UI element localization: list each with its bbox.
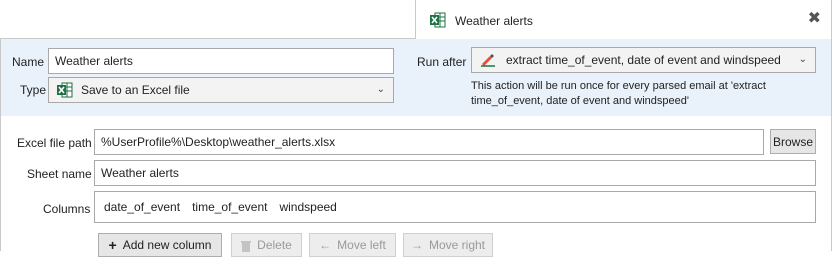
delete-label: Delete: [257, 238, 292, 252]
trash-icon: [241, 238, 252, 252]
extract-pen-icon: [480, 53, 496, 68]
chevron-down-icon: ⌄: [376, 84, 385, 95]
move-right-label: Move right: [428, 238, 486, 252]
columns-label: Columns: [43, 202, 91, 216]
info-line-2: time_of_event, date of event and windspe…: [471, 95, 689, 107]
column-item[interactable]: windspeed: [279, 200, 336, 214]
run-after-label: Run after: [417, 55, 467, 69]
tab-title: Weather alerts: [455, 14, 533, 28]
add-new-column-button[interactable]: + Add new column: [98, 233, 222, 257]
columns-list[interactable]: date_of_event time_of_event windspeed: [94, 191, 816, 223]
type-label: Type: [20, 83, 47, 97]
name-label: Name: [12, 55, 45, 69]
arrow-left-icon: ←: [319, 238, 332, 252]
add-new-column-label: Add new column: [122, 238, 212, 252]
type-select-value: Save to an Excel file: [81, 83, 190, 97]
run-after-info-text: This action will be run once for every p…: [471, 79, 801, 109]
excel-icon: [57, 82, 73, 98]
type-select[interactable]: Save to an Excel file ⌄: [48, 77, 394, 103]
run-after-value: extract time_of_event, date of event and…: [506, 53, 781, 67]
move-left-label: Move left: [337, 238, 386, 252]
info-line-1: This action will be run once for every p…: [471, 80, 766, 92]
excel-settings-panel: Excel file path %UserProfile%\Desktop\we…: [0, 116, 832, 257]
excel-icon: [430, 12, 446, 28]
column-item[interactable]: time_of_event: [192, 200, 267, 214]
chevron-down-icon: ⌄: [798, 54, 807, 65]
column-item[interactable]: date_of_event: [104, 200, 180, 214]
sheet-name-label: Sheet name: [27, 167, 92, 181]
name-input[interactable]: Weather alerts: [48, 48, 394, 74]
sheet-name-input[interactable]: Weather alerts: [94, 160, 816, 186]
action-settings-panel: Name Weather alerts Type Save to an Exce…: [0, 39, 832, 116]
move-right-button[interactable]: → Move right: [403, 233, 493, 257]
run-after-select[interactable]: extract time_of_event, date of event and…: [471, 47, 816, 73]
excel-file-path-label: Excel file path: [17, 136, 92, 150]
arrow-right-icon: →: [410, 238, 423, 252]
delete-button[interactable]: Delete: [231, 233, 302, 257]
browse-button[interactable]: Browse: [770, 129, 816, 154]
close-icon[interactable]: ✖: [808, 11, 821, 27]
window-top-area: [0, 0, 415, 38]
move-left-button[interactable]: ← Move left: [309, 233, 396, 257]
excel-file-path-input[interactable]: %UserProfile%\Desktop\weather_alerts.xls…: [94, 129, 764, 155]
tab-weather-alerts[interactable]: Weather alerts ✖: [415, 0, 832, 39]
